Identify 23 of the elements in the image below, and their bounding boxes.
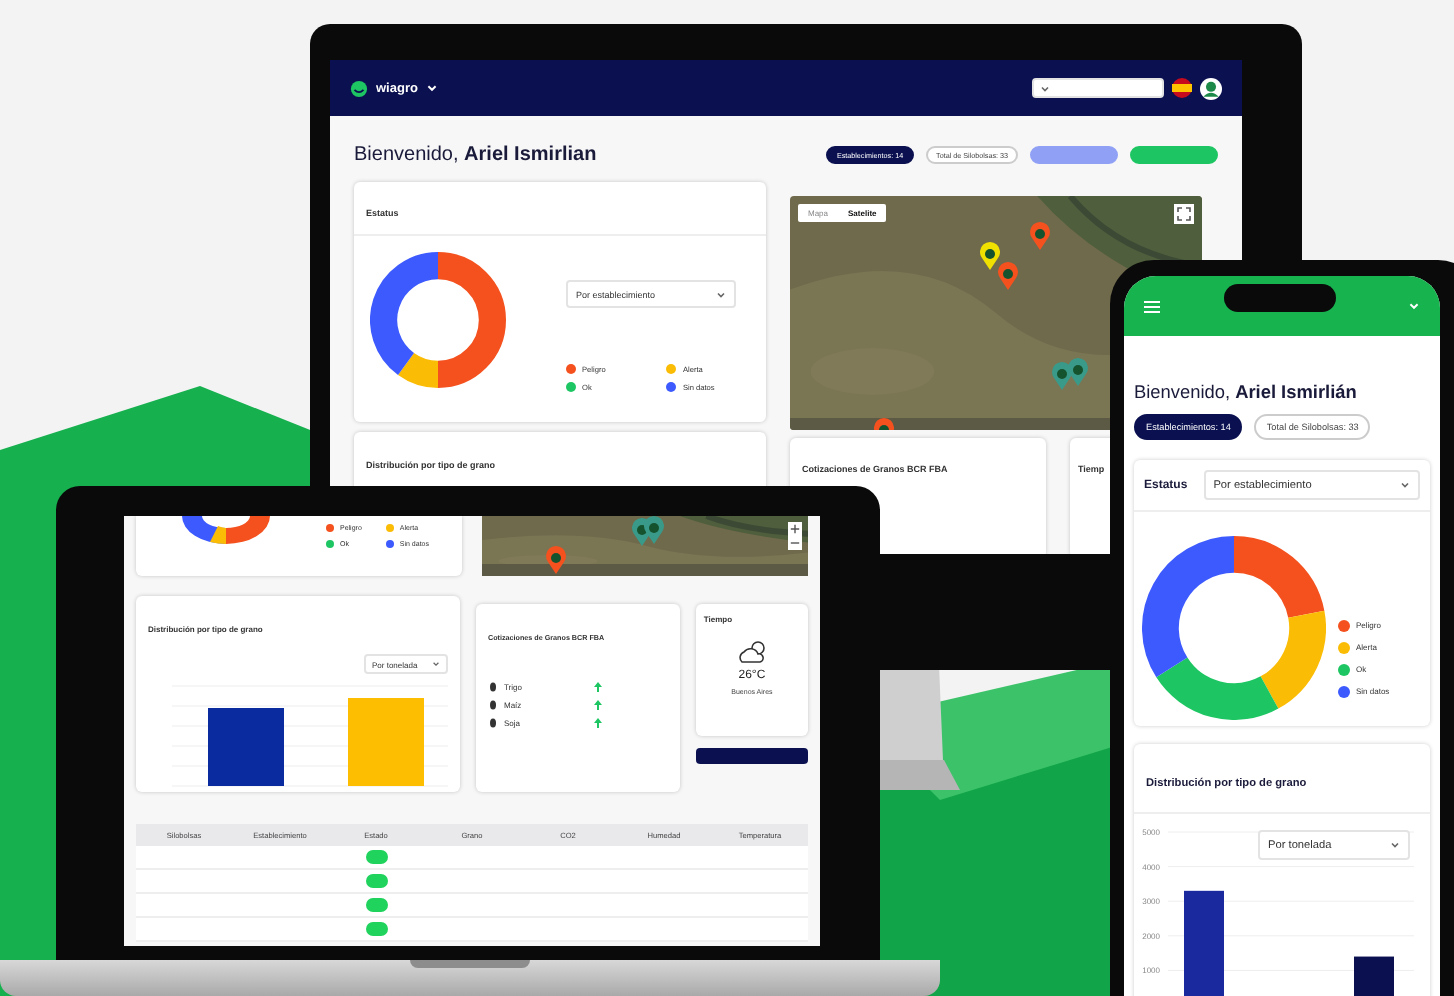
summary-pill[interactable]: [1130, 146, 1218, 164]
zoom-out-icon[interactable]: [788, 536, 802, 550]
chevron-icon: [432, 660, 440, 668]
zoom-in-icon[interactable]: [788, 522, 802, 536]
greeting-text: Bienvenido, Ariel Ismirlian: [354, 144, 597, 166]
cloud-sun-icon: [735, 638, 768, 666]
chevron-icon: [1408, 300, 1420, 312]
avatar-icon[interactable]: [1200, 77, 1222, 99]
greeting-text: Bienvenido, Ariel Ismirlián: [1134, 382, 1359, 402]
bar: [1184, 890, 1224, 996]
flag-icon[interactable]: [1172, 78, 1192, 98]
menu-icon[interactable]: [1144, 299, 1160, 313]
fullscreen-icon[interactable]: [1174, 204, 1194, 224]
logo-icon: [350, 79, 368, 97]
summary-pill[interactable]: [1030, 146, 1118, 164]
chevron-icon: [425, 82, 438, 94]
chevron-icon: [716, 289, 726, 299]
bar: [1354, 956, 1394, 996]
chevron-icon: [1390, 840, 1400, 850]
chevron-icon: [1400, 480, 1410, 490]
camera-notch: [1224, 284, 1336, 312]
chevron-icon: [1040, 83, 1050, 93]
donut-chart: [370, 252, 506, 388]
